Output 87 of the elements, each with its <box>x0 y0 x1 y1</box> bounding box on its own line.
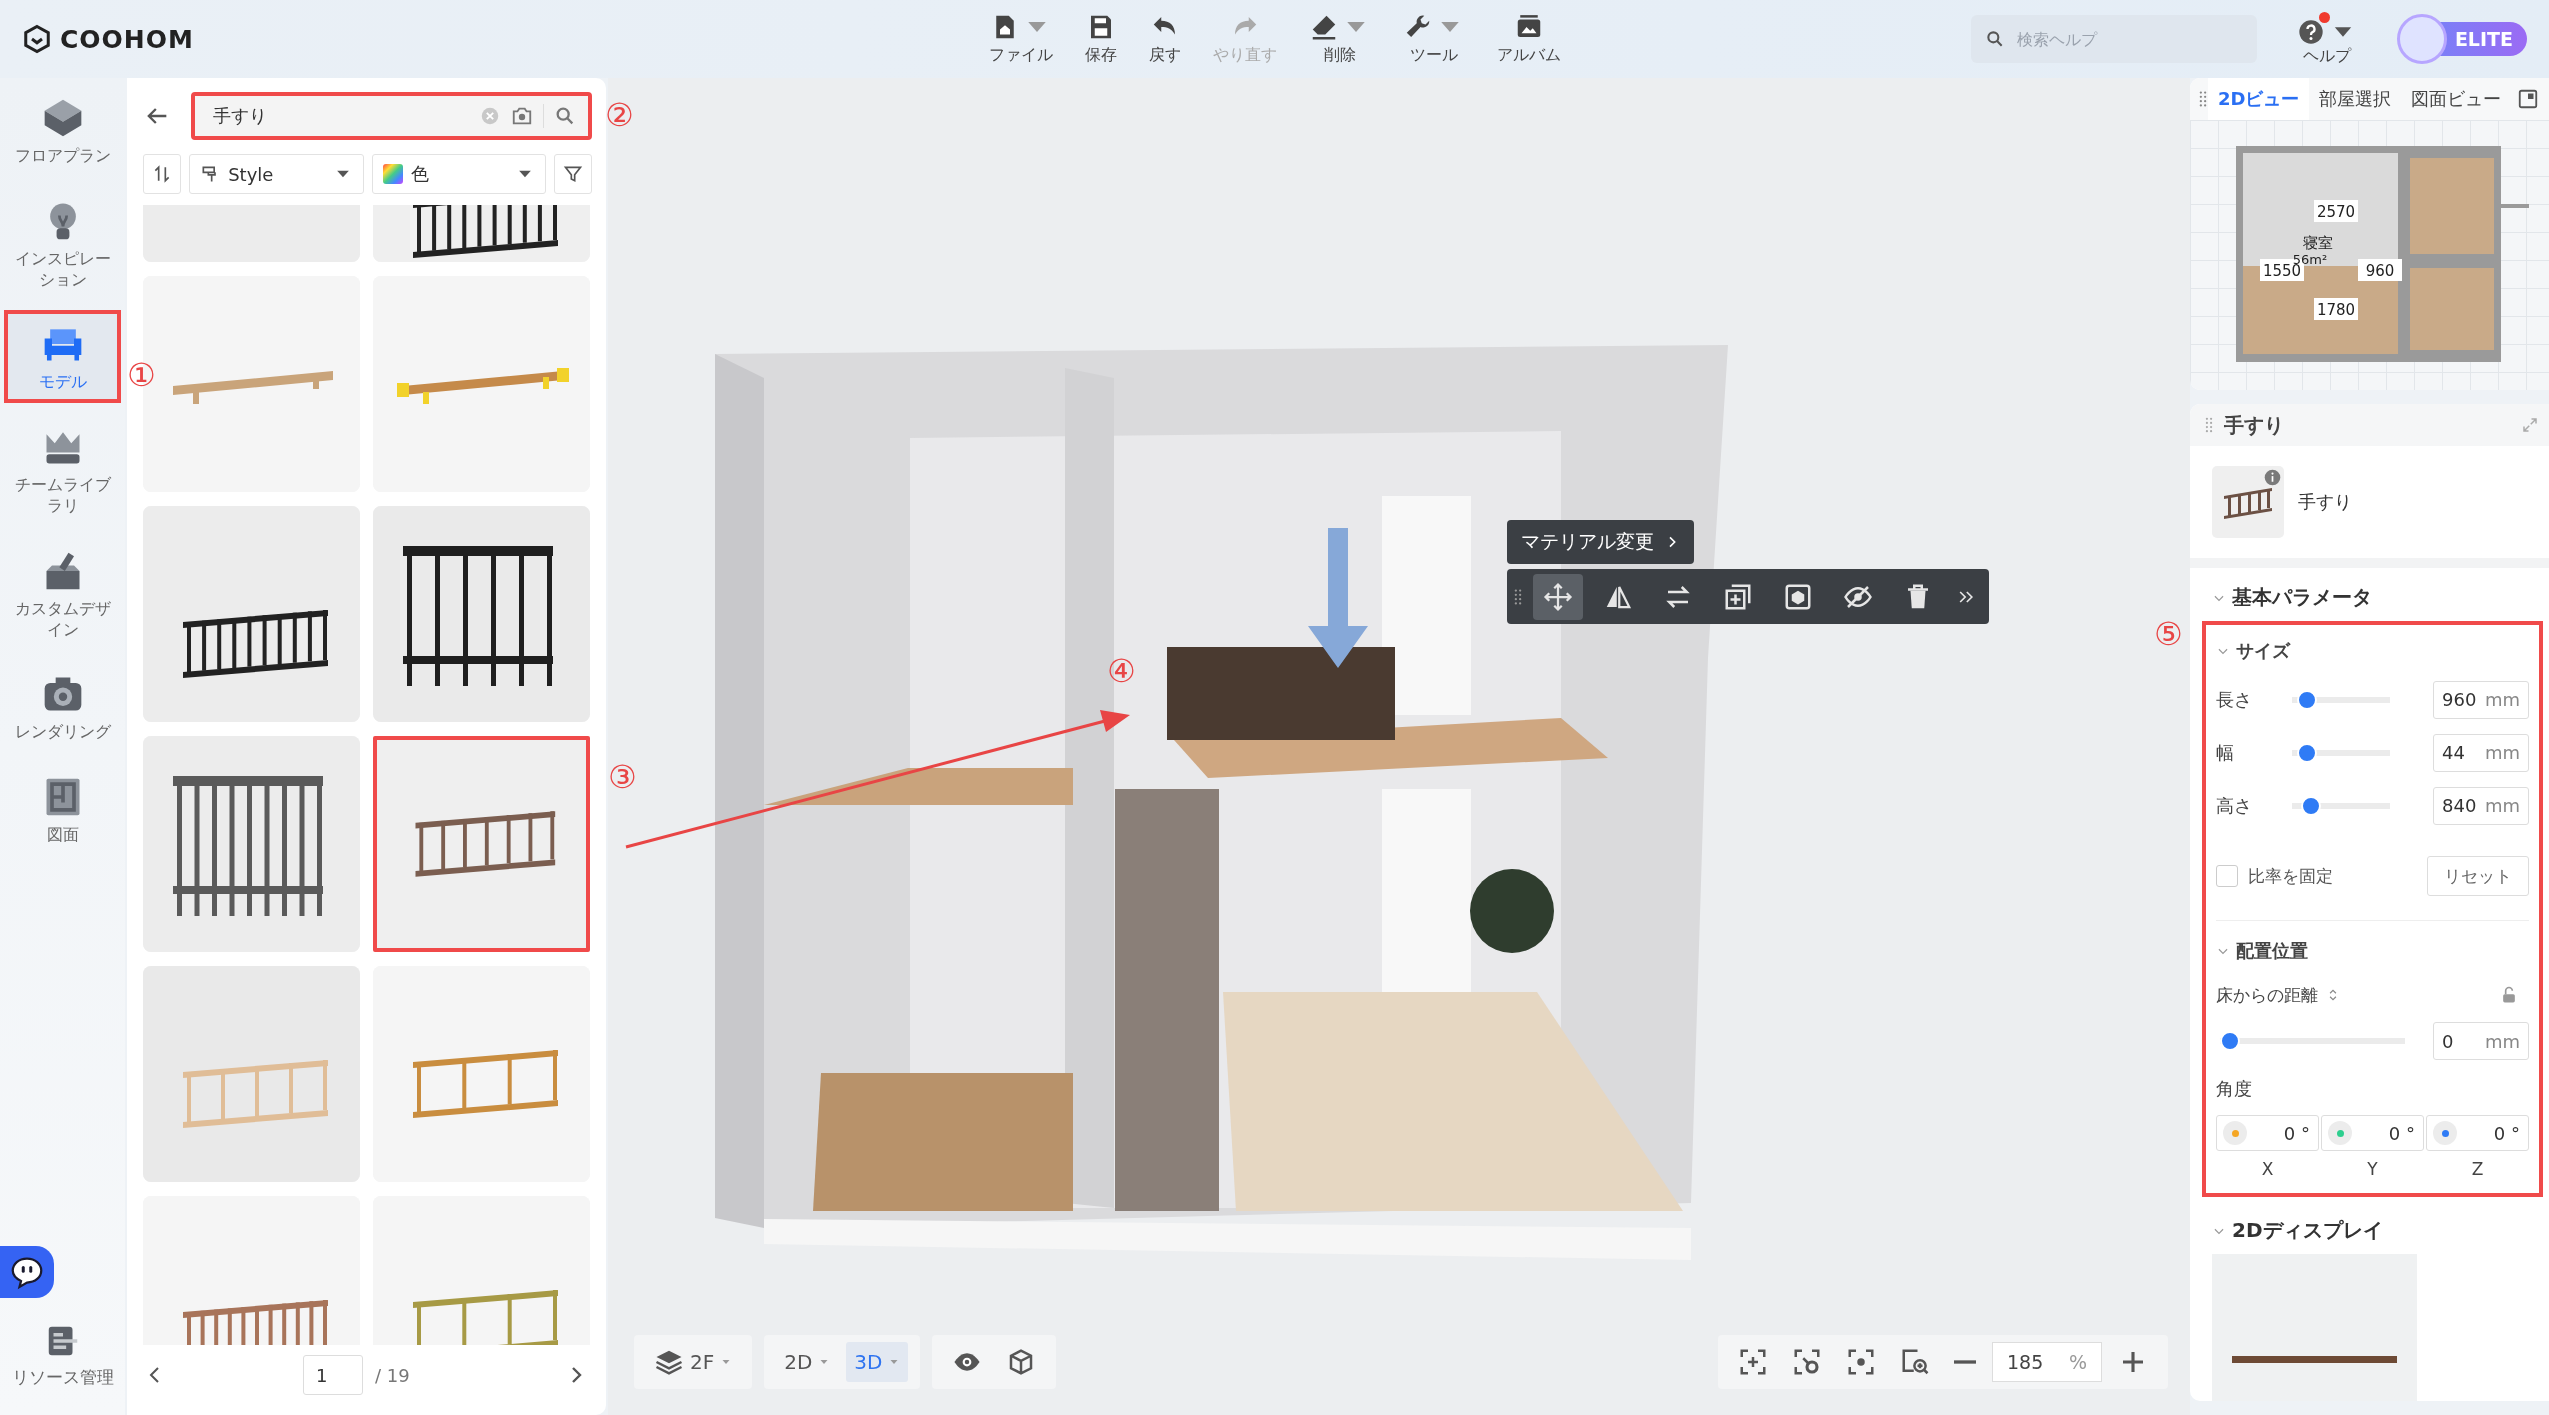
help-icon <box>2296 17 2325 46</box>
search-field[interactable]: 手すり <box>191 92 592 140</box>
nav-item[interactable]: チームライブラリ <box>4 413 121 527</box>
help-button[interactable]: ヘルプ <box>2296 11 2357 67</box>
parameter-label: 長さ <box>2216 687 2253 712</box>
chat-button[interactable] <box>0 1246 54 1298</box>
minus-icon <box>1954 1360 1976 1364</box>
nav-item[interactable]: インスピレーション <box>4 186 121 301</box>
filter-button[interactable] <box>553 154 592 194</box>
avatar-icon[interactable] <box>2396 14 2447 64</box>
camera-icon <box>511 105 533 127</box>
slider-thumb[interactable] <box>2220 1031 2240 1051</box>
annotation-marker: ④ <box>1107 655 1136 687</box>
annotation-marker: ③ <box>608 761 637 793</box>
color-dropdown[interactable]: 色 <box>371 154 546 194</box>
app-logo: COOHOM <box>60 24 194 54</box>
axis-label: Z <box>2471 1159 2484 1179</box>
axis-label: Y <box>2367 1159 2378 1179</box>
dimension-label: 960 <box>2358 259 2402 281</box>
toolbar-button[interactable]: 保存 <box>1076 8 1125 70</box>
angle-field[interactable]: 0 ° <box>2426 1115 2529 1151</box>
parameter-label: 角度 <box>2216 1077 2253 1101</box>
clear-icon <box>479 105 501 127</box>
annotation-marker: ⑤ <box>2154 618 2183 650</box>
annotation-marker: ② <box>605 99 634 131</box>
page-total: / 19 <box>375 1364 411 1386</box>
swatch-icon <box>382 164 403 184</box>
reset-button[interactable]: リセット <box>2427 856 2529 896</box>
focus-icon <box>1846 1347 1876 1377</box>
number-field[interactable]: 960 mm <box>2433 680 2529 719</box>
group-title: 配置位置 <box>2236 939 2308 963</box>
search-icon <box>554 105 576 127</box>
nav-item[interactable]: レンダリング <box>4 660 121 754</box>
view-mode-button[interactable]: 2D <box>776 1342 839 1382</box>
chat-bubble-icon <box>9 1254 45 1290</box>
lock-ratio-checkbox[interactable]: 比率を固定 <box>2216 864 2333 888</box>
angle-field[interactable]: 0 ° <box>2216 1115 2319 1151</box>
angle-field[interactable]: 0 ° <box>2321 1115 2424 1151</box>
move-icon <box>1543 581 1573 612</box>
nav-item[interactable]: フロアプラン <box>4 84 121 177</box>
toolbar-button[interactable]: 戻す <box>1140 8 1189 70</box>
view-tab[interactable]: 2Dビュー <box>2208 78 2310 120</box>
nav-item[interactable]: カスタムデザイン <box>4 536 121 651</box>
toolbar-button[interactable]: 削除 <box>1300 8 1379 70</box>
move-tool-button[interactable] <box>1533 573 1583 620</box>
view-mode-button[interactable]: 3D <box>846 1342 909 1382</box>
number-field[interactable]: 44 mm <box>2433 733 2529 772</box>
frame-gear-icon <box>1792 1347 1822 1377</box>
nav-item[interactable]: リソース管理 <box>0 1322 125 1415</box>
search-icon <box>1984 29 2005 49</box>
parameter-label: 高さ <box>2216 793 2253 818</box>
number-field[interactable]: 0 mm <box>2433 1022 2529 1060</box>
frame-plus-icon <box>1738 1347 1768 1377</box>
help-search-field[interactable]: 検索ヘルプ <box>1970 15 2257 63</box>
room-label: 寝室 <box>2303 234 2333 252</box>
toolbar-button[interactable]: ツール <box>1394 8 1473 70</box>
product-card[interactable] <box>143 506 360 722</box>
info-icon <box>2264 469 2281 486</box>
group-title: サイズ <box>2236 639 2290 663</box>
panel-title: 手すり <box>2224 411 2285 439</box>
view-tab[interactable]: 図面ビュー <box>2401 78 2512 120</box>
expand-icon <box>2521 416 2539 434</box>
dimension-label: 1780 <box>2314 298 2358 320</box>
section-title: 基本パラメータ <box>2232 584 2372 611</box>
view-tab[interactable]: 部屋選択 <box>2309 78 2402 120</box>
logo-icon <box>22 24 52 54</box>
nav-item[interactable]: モデル <box>4 310 121 404</box>
panel-icon <box>2517 88 2539 110</box>
product-card[interactable] <box>373 506 590 722</box>
item-name: 手すり <box>2298 490 2352 514</box>
number-field[interactable]: 840 mm <box>2433 786 2529 825</box>
axis-label: X <box>2261 1159 2274 1179</box>
zoom-field[interactable]: 185 % <box>1992 1342 2102 1382</box>
section-title: 2Dディスプレイ <box>2232 1217 2383 1244</box>
parameter-label: 幅 <box>2216 740 2235 765</box>
toolbar-button[interactable]: ファイル <box>980 8 1061 70</box>
sort-button[interactable] <box>143 154 182 194</box>
annotation-marker: ① <box>127 359 156 391</box>
toolbar-button[interactable]: アルバム <box>1488 8 1569 70</box>
filter-icon <box>562 164 583 184</box>
zoom-icon <box>1900 1347 1930 1377</box>
change-material-button[interactable]: マテリアル変更 <box>1507 520 1694 564</box>
dimension-label: 2570 <box>2314 200 2358 222</box>
nav-item[interactable]: 図面 <box>4 763 121 856</box>
page-field[interactable]: 1 <box>303 1355 363 1395</box>
style-dropdown[interactable]: Style <box>189 154 364 194</box>
parameter-label: 床からの距離 <box>2216 983 2318 1007</box>
